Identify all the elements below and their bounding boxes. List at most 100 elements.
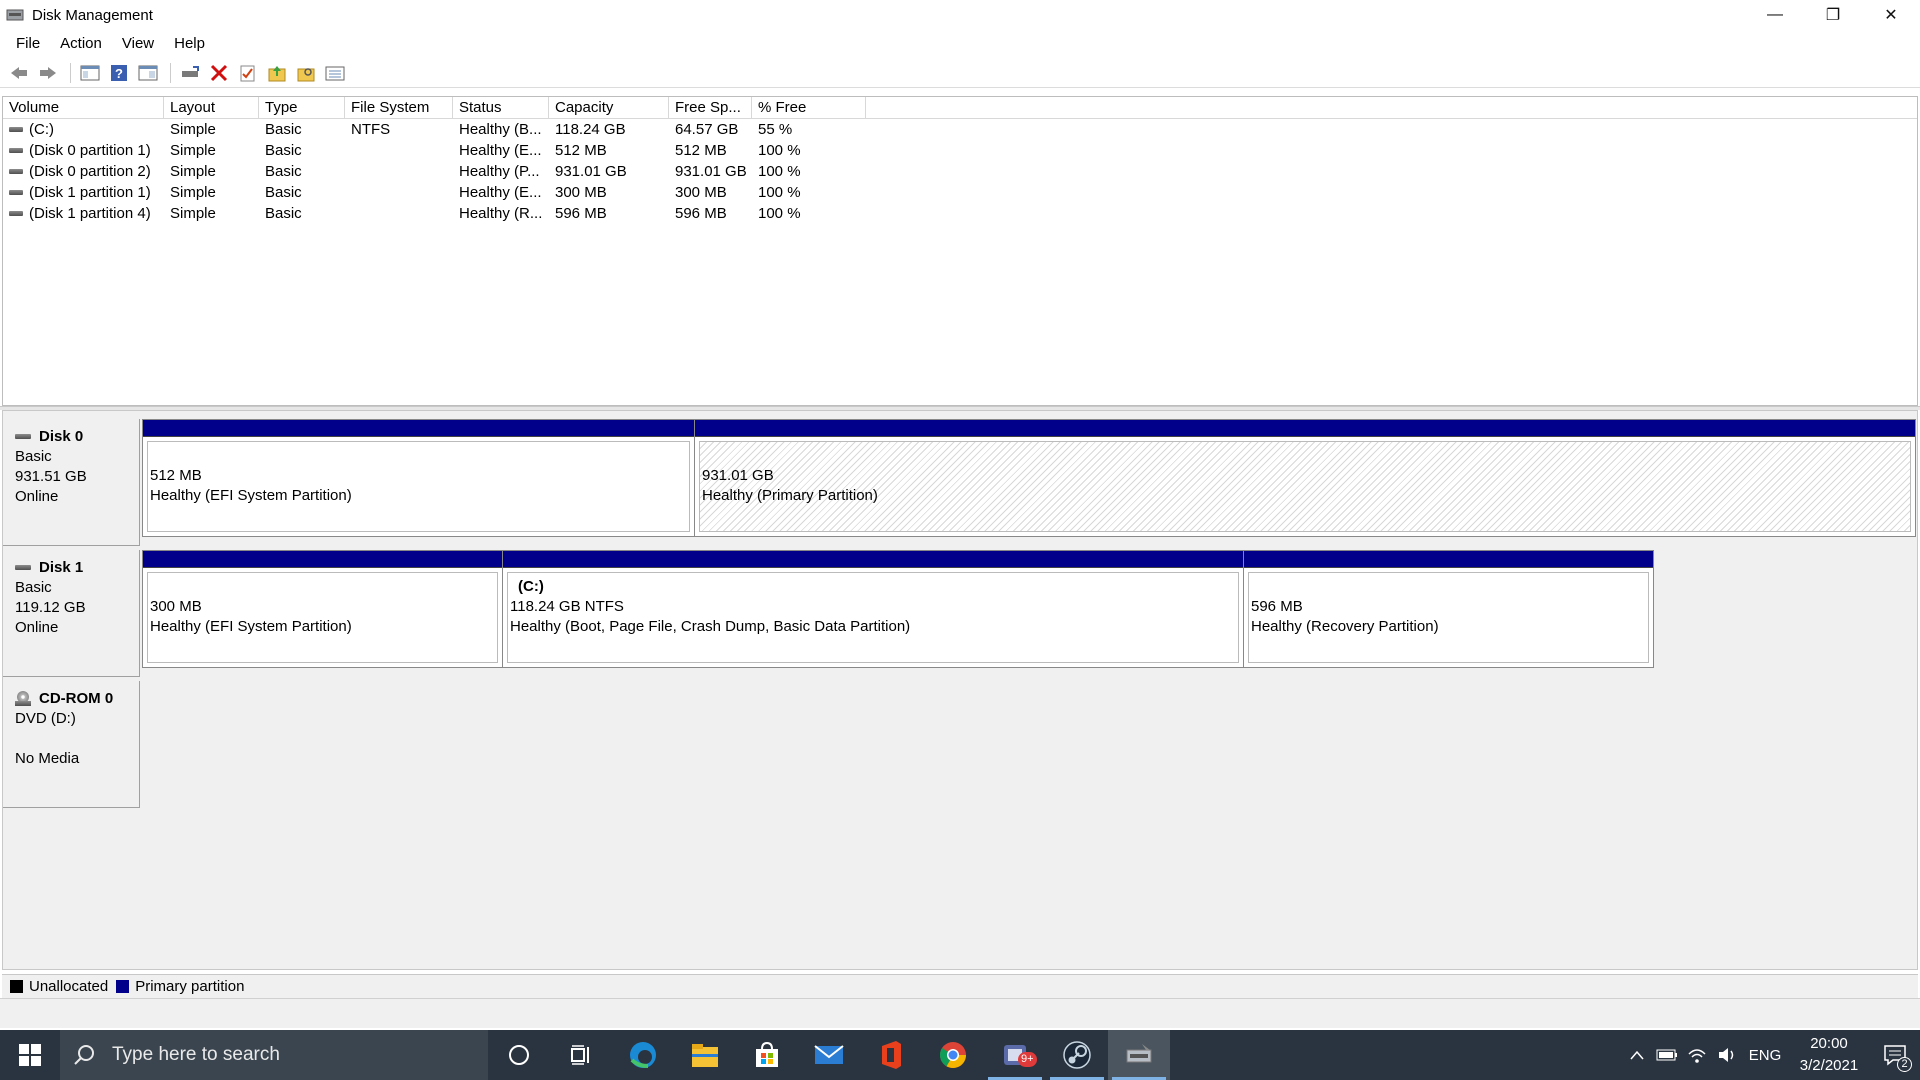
volume-icon [9,210,25,218]
window-title: Disk Management [32,6,153,24]
layout-cell: Simple [170,121,216,138]
menu-action[interactable]: Action [50,35,112,52]
table-row[interactable]: (Disk 0 partition 1) Simple Basic Health… [3,140,1917,161]
minimize-button[interactable]: — [1746,0,1804,30]
column-volume[interactable]: Volume [3,97,164,119]
help-icon[interactable]: ? [106,61,132,85]
language-indicator[interactable]: ENG [1742,1030,1788,1080]
disk-name: Disk 1 [39,559,84,576]
partition-body: 931.01 GB Healthy (Primary Partition) [699,441,1911,532]
status-cell: Healthy (B... [459,121,542,138]
disk-size: 931.51 GB [15,468,87,485]
maximize-button[interactable]: ❐ [1804,0,1862,30]
taskbar-search-box[interactable]: Type here to search [60,1030,488,1080]
view-icon[interactable] [322,61,348,85]
table-row[interactable]: (Disk 0 partition 2) Simple Basic Health… [3,161,1917,182]
partition-size: 931.01 GB [702,467,774,484]
svg-text:?: ? [115,66,123,81]
show-hide-console-tree-icon[interactable] [77,61,103,85]
action-center-icon[interactable]: 2 [1870,1030,1920,1080]
open-folder-icon[interactable] [293,61,319,85]
connect-drive-icon[interactable] [177,61,203,85]
partition-size: 596 MB [1251,598,1303,615]
column-free-space[interactable]: Free Sp... [669,97,752,119]
notifications-app-icon[interactable]: 9+ [984,1030,1046,1080]
file-explorer-icon[interactable] [674,1030,736,1080]
notification-count: 2 [1897,1057,1912,1072]
volume-cell: (Disk 1 partition 1) [3,182,164,203]
partition-disk0-primary[interactable]: 931.01 GB Healthy (Primary Partition) [694,419,1916,537]
column-status[interactable]: Status [453,97,549,119]
mail-icon[interactable] [798,1030,860,1080]
capacity-cell: 512 MB [555,142,607,159]
type-cell: Basic [265,142,302,159]
task-view-icon[interactable] [550,1030,612,1080]
disk-name: CD-ROM 0 [39,690,114,707]
steam-icon[interactable] [1046,1030,1108,1080]
cortana-icon[interactable] [488,1030,550,1080]
type-cell: Basic [265,184,302,201]
type-cell: Basic [265,121,302,138]
volume-speaker-icon[interactable] [1712,1030,1742,1080]
forward-icon[interactable] [35,61,61,85]
disk-0-row: Disk 0 Basic 931.51 GB Online 512 MB Hea… [3,419,1919,546]
file-system-cell [345,140,453,161]
disk-graphical-view: Disk 0 Basic 931.51 GB Online 512 MB Hea… [2,410,1918,970]
battery-icon[interactable] [1652,1030,1682,1080]
toolbar-separator [170,62,171,83]
layout-cell: Simple [170,205,216,222]
column-type[interactable]: Type [259,97,345,119]
show-hidden-icons-chevron-icon[interactable] [1622,1030,1652,1080]
disk-icon [15,432,33,442]
layout-cell: Simple [170,142,216,159]
file-system-cell: NTFS [351,121,391,138]
column-layout[interactable]: Layout [164,97,259,119]
delete-icon[interactable] [206,61,232,85]
menu-view[interactable]: View [112,35,164,52]
disk-icon [15,563,33,573]
office-icon[interactable] [860,1030,922,1080]
properties-icon[interactable] [135,61,161,85]
partition-disk1-efi[interactable]: 300 MB Healthy (EFI System Partition) [142,550,503,668]
table-row[interactable]: (C:) Simple Basic NTFS Healthy (B... 118… [3,119,1917,140]
start-button[interactable] [0,1030,60,1080]
wifi-icon[interactable] [1682,1030,1712,1080]
partition-disk1-c[interactable]: (C:) 118.24 GB NTFS Healthy (Boot, Page … [502,550,1244,668]
partition-size: 300 MB [150,598,202,615]
column-percent-free[interactable]: % Free [752,97,866,119]
table-row[interactable]: (Disk 1 partition 4) Simple Basic Health… [3,203,1917,224]
back-icon[interactable] [6,61,32,85]
partition-disk1-recovery[interactable]: 596 MB Healthy (Recovery Partition) [1243,550,1654,668]
disk-management-taskbar-icon[interactable] [1108,1030,1170,1080]
volume-name: (C:) [29,121,54,138]
disk-type: Basic [15,579,52,596]
system-tray: ENG 20:00 3/2/2021 2 [1622,1030,1920,1080]
partition-disk0-efi[interactable]: 512 MB Healthy (EFI System Partition) [142,419,695,537]
column-capacity[interactable]: Capacity [549,97,669,119]
up-folder-icon[interactable] [264,61,290,85]
partition-status: Healthy (EFI System Partition) [150,487,352,504]
disk-type: Basic [15,448,52,465]
partition-status: Healthy (EFI System Partition) [150,618,352,635]
menu-help[interactable]: Help [164,35,215,52]
disk-1-label[interactable]: Disk 1 Basic 119.12 GB Online [3,550,140,677]
legend-swatch [10,980,23,993]
clock[interactable]: 20:00 3/2/2021 [1788,1033,1870,1077]
partition-status: Healthy (Boot, Page File, Crash Dump, Ba… [510,618,911,635]
cdrom-0-label[interactable]: CD-ROM 0 DVD (D:) No Media [3,681,140,808]
percent-free-cell: 100 % [758,184,801,201]
disk-0-label[interactable]: Disk 0 Basic 931.51 GB Online [3,419,140,546]
capacity-cell: 300 MB [555,184,607,201]
chrome-icon[interactable] [922,1030,984,1080]
volume-name: (Disk 0 partition 2) [29,163,151,180]
volume-cell: (Disk 1 partition 4) [3,203,164,224]
check-icon[interactable] [235,61,261,85]
close-button[interactable]: ✕ [1862,0,1920,30]
menu-file[interactable]: File [6,35,50,52]
store-icon[interactable] [736,1030,798,1080]
status-cell: Healthy (R... [459,205,543,222]
edge-icon[interactable] [612,1030,674,1080]
table-row[interactable]: (Disk 1 partition 1) Simple Basic Health… [3,182,1917,203]
column-file-system[interactable]: File System [345,97,453,119]
search-placeholder: Type here to search [112,1044,280,1065]
